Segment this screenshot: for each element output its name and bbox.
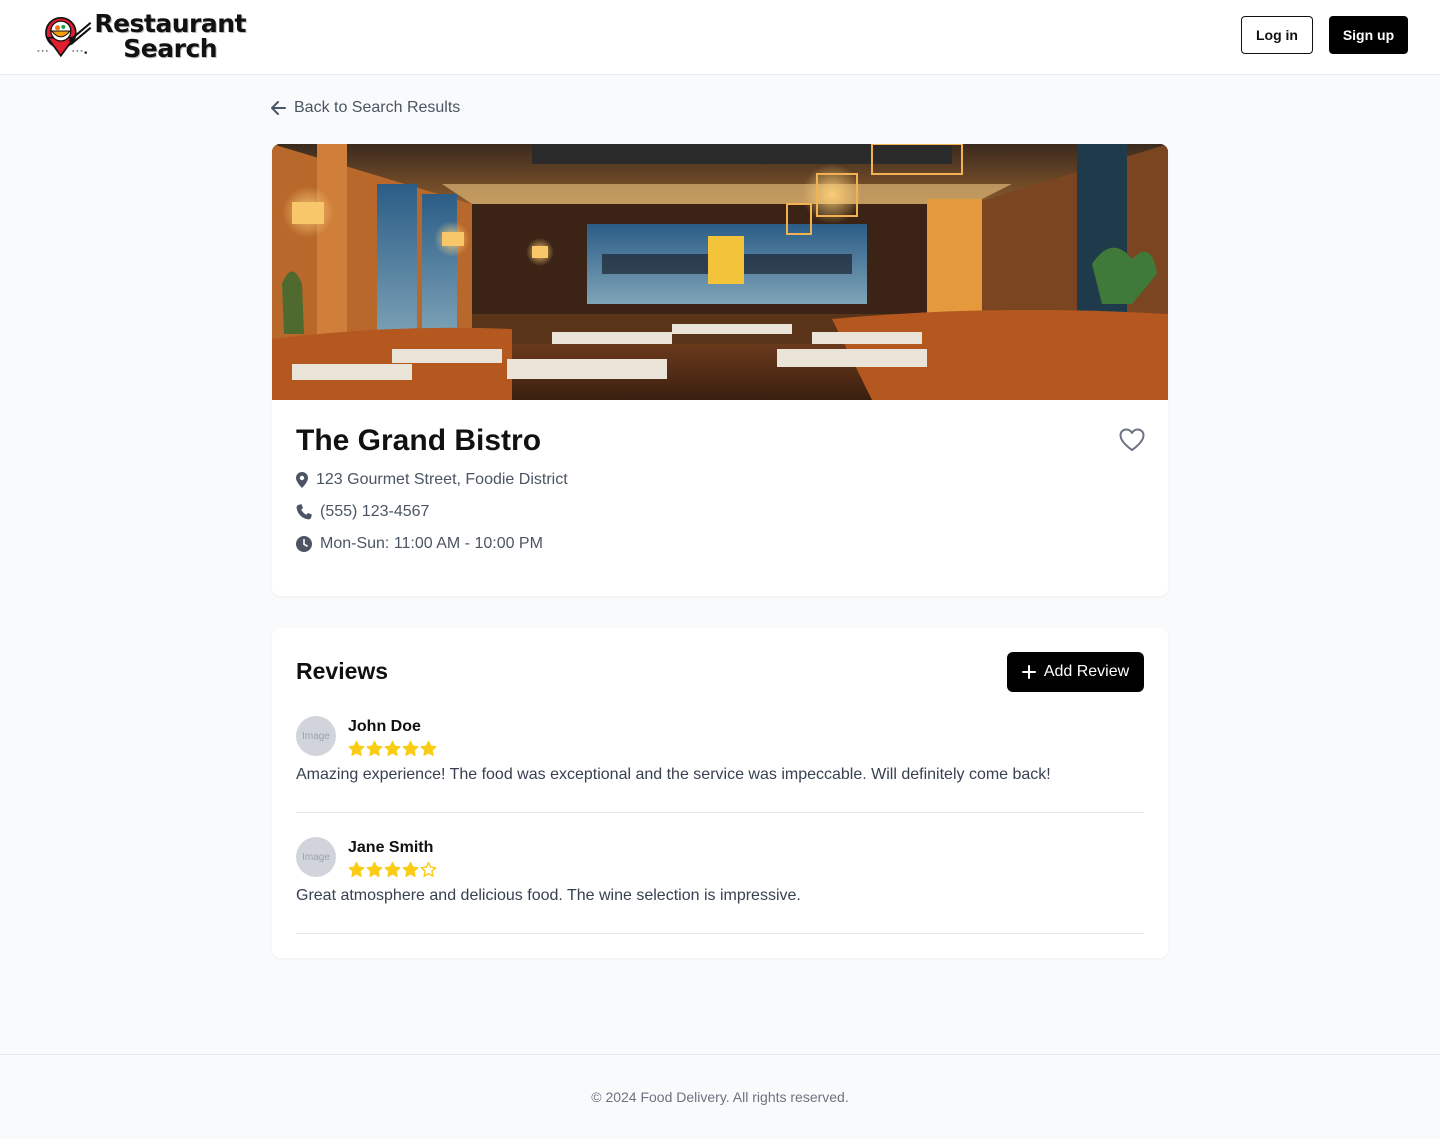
restaurant-card: The Grand Bistro 123 Gourmet Street, Foo… bbox=[272, 144, 1168, 596]
map-pin-icon bbox=[296, 472, 308, 488]
review-item: Image Jane Smith Great atmosphere and de… bbox=[296, 837, 1144, 934]
review-text: Great atmosphere and delicious food. The… bbox=[296, 887, 801, 904]
reviews-heading: Reviews bbox=[296, 658, 389, 684]
plus-icon bbox=[1021, 665, 1036, 679]
avatar: Image bbox=[296, 837, 336, 877]
clock-icon bbox=[296, 536, 312, 552]
star-rating bbox=[348, 861, 437, 878]
review-text: Amazing experience! The food was excepti… bbox=[296, 766, 1051, 783]
review-divider bbox=[296, 812, 1144, 813]
restaurant-photo bbox=[272, 144, 1168, 400]
star-filled-icon bbox=[366, 740, 383, 756]
logo-line-1: Restaurant bbox=[94, 9, 246, 38]
site-header: Restaurant Search Log in Sign up bbox=[0, 0, 1440, 75]
phone-row: (555) 123-4567 bbox=[296, 503, 429, 521]
star-filled-icon bbox=[384, 740, 401, 756]
restaurant-phone: (555) 123-4567 bbox=[320, 503, 430, 520]
star-filled-icon bbox=[402, 861, 419, 877]
star-filled-icon bbox=[348, 861, 365, 877]
back-to-results-link[interactable]: Back to Search Results bbox=[271, 97, 460, 119]
add-review-label: Add Review bbox=[1043, 663, 1130, 680]
reviewer-name: John Doe bbox=[348, 718, 421, 735]
back-link-label: Back to Search Results bbox=[294, 99, 461, 116]
logo-line-2: Search bbox=[123, 34, 218, 63]
star-filled-icon bbox=[348, 740, 365, 756]
hours-row: Mon-Sun: 11:00 AM - 10:00 PM bbox=[296, 535, 543, 553]
add-review-button[interactable]: Add Review bbox=[1007, 652, 1144, 692]
address-row: 123 Gourmet Street, Foodie District bbox=[296, 471, 568, 489]
site-footer: © 2024 Food Delivery. All rights reserve… bbox=[0, 1054, 1440, 1139]
arrow-left-icon bbox=[271, 101, 286, 115]
reviews-card: Reviews Add Review Image John Doe Amazin… bbox=[272, 628, 1168, 958]
logo[interactable]: Restaurant Search bbox=[36, 8, 246, 64]
signup-button[interactable]: Sign up bbox=[1329, 16, 1408, 54]
login-button[interactable]: Log in bbox=[1241, 16, 1313, 54]
star-empty-icon bbox=[420, 861, 437, 877]
star-filled-icon bbox=[402, 740, 419, 756]
star-rating bbox=[348, 740, 437, 757]
star-filled-icon bbox=[384, 861, 401, 877]
restaurant-hours: Mon-Sun: 11:00 AM - 10:00 PM bbox=[320, 535, 543, 552]
avatar: Image bbox=[296, 716, 336, 756]
reviewer-name: Jane Smith bbox=[348, 839, 434, 856]
restaurant-name: The Grand Bistro bbox=[296, 424, 542, 457]
heart-outline-icon[interactable] bbox=[1118, 427, 1146, 453]
logo-text: Restaurant Search bbox=[94, 11, 246, 61]
phone-icon bbox=[296, 504, 312, 520]
copyright-text: © 2024 Food Delivery. All rights reserve… bbox=[591, 1089, 849, 1105]
review-item: Image John Doe Amazing experience! The f… bbox=[296, 716, 1144, 813]
logo-icon bbox=[37, 16, 92, 58]
star-filled-icon bbox=[420, 740, 437, 756]
star-filled-icon bbox=[366, 861, 383, 877]
review-divider bbox=[296, 933, 1144, 934]
restaurant-address: 123 Gourmet Street, Foodie District bbox=[316, 471, 568, 488]
